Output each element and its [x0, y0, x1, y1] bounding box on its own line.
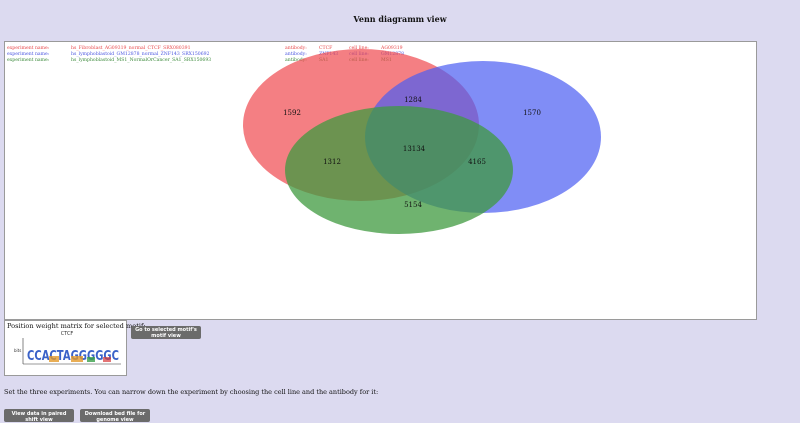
venn-circle-green[interactable] [285, 106, 513, 234]
motif-sequence-logo-icon: CTCF bits CCACTAGGGGGC [14, 331, 121, 365]
view-paired-shift-button[interactable]: View data in paired shift view [4, 409, 74, 423]
venn-count-red-only: 1592 [283, 109, 301, 117]
venn-count-blue-only: 1570 [523, 109, 541, 117]
motif-logo-name: CTCF [61, 331, 74, 337]
venn-count-green-only: 5154 [404, 201, 422, 209]
venn-count-red-blue: 1284 [404, 96, 422, 104]
go-to-motif-view-button[interactable]: Go to selected motif's motif view [131, 326, 201, 339]
venn-panel: experiment name: hs_Fibroblast_AG09319_n… [4, 41, 757, 320]
venn-count-red-green: 1312 [323, 158, 341, 166]
venn-diagram: 1592 1284 1570 1312 13134 4165 5154 [243, 49, 601, 234]
download-bed-button[interactable]: Download bed file for genome view [80, 409, 150, 423]
instructions-text: Set the three experiments. You can narro… [4, 388, 379, 396]
venn-count-blue-green: 4165 [468, 158, 486, 166]
svg-text:bits: bits [14, 348, 21, 353]
motif-title: Position weight matrix for selected moti… [7, 322, 146, 330]
motif-panel: Position weight matrix for selected moti… [4, 320, 146, 376]
venn-count-all-three: 13134 [403, 145, 426, 153]
page-title: Venn diagramm view [353, 14, 447, 24]
